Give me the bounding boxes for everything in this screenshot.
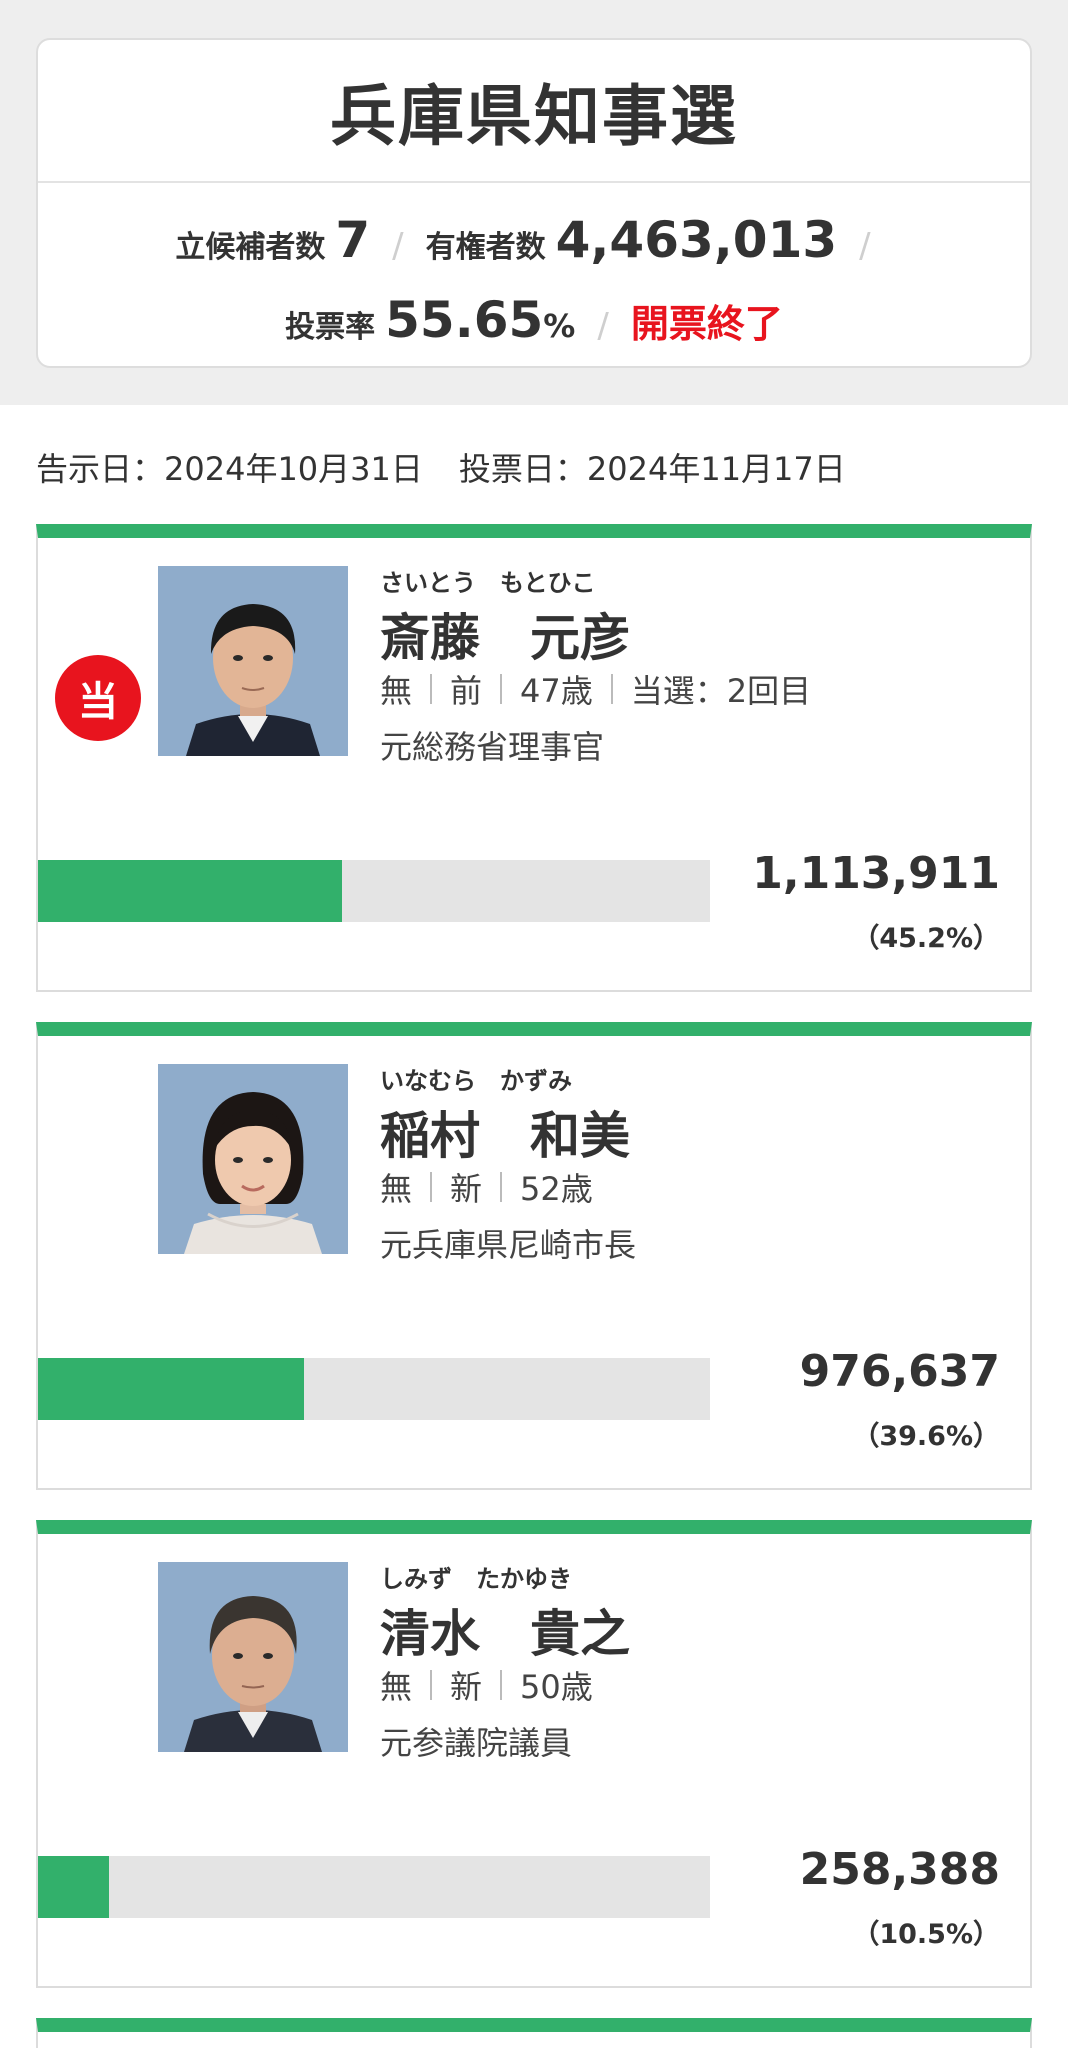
candidates-count-label: 立候補者数 — [175, 230, 326, 265]
vote-percent: （39.6%） — [852, 1421, 1000, 1452]
stat-separator: / — [597, 306, 609, 346]
candidate-photo — [158, 566, 348, 756]
candidate-photo — [158, 1064, 348, 1254]
attr-divider — [500, 1172, 503, 1202]
vote-bar — [38, 1856, 710, 1918]
stats-row-2: 投票率 55.65% / 開票終了 — [38, 291, 1030, 349]
vote-bar — [38, 860, 710, 922]
candidate-card[interactable]: いなむら かずみ 稲村 和美 無 新 52歳 元兵庫県尼崎市長 976,637 … — [36, 1022, 1032, 1490]
candidate-age: 50歳 — [520, 1668, 593, 1706]
election-dates: 告示日：2024年10月31日 投票日：2024年11月17日 — [36, 444, 846, 490]
candidate-career: 元兵庫県尼崎市長 — [380, 1226, 637, 1264]
attr-divider — [500, 674, 503, 704]
candidate-age: 52歳 — [520, 1170, 593, 1208]
candidate-status: 新 — [450, 1668, 483, 1706]
vote-date: 投票日：2024年11月17日 — [458, 450, 846, 488]
turnout-unit: % — [543, 307, 576, 345]
candidate-attributes: 無 新 52歳 — [380, 1164, 593, 1210]
candidate-status: 新 — [450, 1170, 483, 1208]
vote-bar-fill — [38, 1856, 109, 1918]
election-summary-card: 兵庫県知事選 立候補者数 7 / 有権者数 4,463,013 / 投票率 55… — [36, 38, 1032, 368]
attr-divider — [430, 1670, 433, 1700]
candidate-name-kana: さいとう もとひこ — [380, 569, 596, 597]
notice-date: 告示日：2024年10月31日 — [36, 450, 423, 488]
candidate-career: 元参議院議員 — [380, 1724, 573, 1762]
candidates-count-value: 7 — [335, 211, 371, 269]
vote-count: 1,113,911 — [752, 848, 1000, 899]
vote-bar-fill — [38, 860, 342, 922]
candidate-name-kana: しみず たかゆき — [380, 1565, 572, 1593]
vote-count: 976,637 — [799, 1346, 1000, 1397]
candidate-attributes: 無 前 47歳 当選：2回目 — [380, 666, 811, 712]
voters-count-value: 4,463,013 — [555, 211, 838, 269]
turnout-value: 55.65 — [385, 291, 544, 349]
candidate-status: 前 — [450, 672, 483, 710]
election-title: 兵庫県知事選 — [38, 40, 1030, 183]
candidate-term: 当選：2回目 — [630, 672, 812, 710]
voters-count-label: 有権者数 — [425, 230, 546, 265]
attr-divider — [500, 1670, 503, 1700]
vote-percent: （45.2%） — [852, 923, 1000, 954]
attr-divider — [430, 1172, 433, 1202]
next-candidate-card[interactable] — [36, 2018, 1032, 2048]
candidate-party: 無 — [380, 1170, 413, 1208]
stat-separator: / — [859, 226, 871, 266]
vote-percent: （10.5%） — [852, 1919, 1000, 1950]
vote-bar — [38, 1358, 710, 1420]
stat-separator: / — [392, 226, 404, 266]
candidate-attributes: 無 新 50歳 — [380, 1662, 593, 1708]
candidate-name: 斎藤 元彦 — [380, 609, 630, 667]
counting-status: 開票終了 — [630, 302, 783, 346]
candidate-card[interactable]: 当 さいとう もとひこ 斎藤 元彦 無 前 47歳 当選：2回目 元総務省理事官… — [36, 524, 1032, 992]
candidate-portrait-woman-icon — [158, 1064, 348, 1254]
attr-divider — [430, 674, 433, 704]
turnout-label: 投票率 — [285, 310, 376, 345]
candidate-portrait-man-icon — [158, 1562, 348, 1752]
candidate-name-kana: いなむら かずみ — [380, 1067, 572, 1095]
attr-divider — [610, 674, 613, 704]
vote-bar-fill — [38, 1358, 305, 1420]
vote-count: 258,388 — [799, 1844, 1000, 1895]
candidate-photo — [158, 1562, 348, 1752]
candidate-party: 無 — [380, 1668, 413, 1706]
candidate-age: 47歳 — [520, 672, 593, 710]
candidate-name: 清水 貴之 — [380, 1605, 630, 1663]
candidate-portrait-man-icon — [158, 566, 348, 756]
candidate-career: 元総務省理事官 — [380, 728, 605, 766]
candidate-name: 稲村 和美 — [380, 1107, 630, 1165]
candidate-card[interactable]: しみず たかゆき 清水 貴之 無 新 50歳 元参議院議員 258,388 （1… — [36, 1520, 1032, 1988]
candidate-party: 無 — [380, 672, 413, 710]
elected-badge: 当 — [55, 655, 141, 741]
stats-row-1: 立候補者数 7 / 有権者数 4,463,013 / — [38, 211, 1030, 269]
